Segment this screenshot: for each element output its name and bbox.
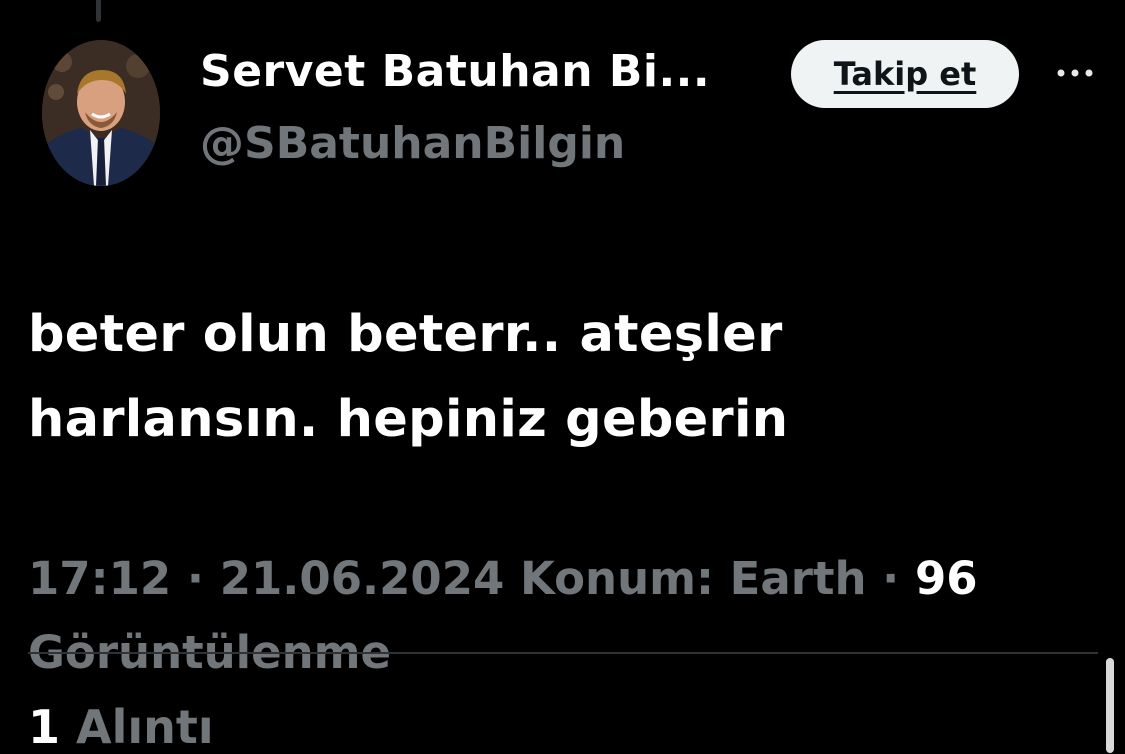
follow-button[interactable]: Takip et [791,40,1019,108]
author-handle[interactable]: @SBatuhanBilgin [200,118,625,169]
meta-separator: · [866,552,915,605]
tweet-text-line: harlansın. hepiniz geberin [28,390,789,449]
tweet-text: beter olun beterr.. ateşler harlansın. h… [28,292,1028,462]
author-display-name[interactable]: Servet Batuhan Bi... [200,46,710,97]
top-edge-mark [96,0,101,22]
avatar[interactable] [42,40,160,186]
quote-count: 1 [28,700,61,754]
quotes-stat[interactable]: 1 Alıntı [28,700,214,754]
divider [28,652,1098,654]
meta-separator: · [171,552,220,605]
tweet-metadata-row: 17:12 · 21.06.2024 Konum: Earth · 96 [28,542,1108,616]
tweet-date[interactable]: 21.06.2024 [220,552,505,605]
tweet-text-line: beter olun beterr.. ateşler [28,305,783,364]
tweet-time[interactable]: 17:12 [28,552,171,605]
more-horizontal-icon[interactable] [1050,58,1100,88]
scrollbar[interactable] [1106,658,1114,753]
views-count: 96 [914,552,978,605]
avatar-photo [42,40,160,186]
quote-label: Alıntı [76,700,214,754]
tweet-location: Konum: Earth [520,552,867,605]
tweet-metadata: 17:12 · 21.06.2024 Konum: Earth · 96 Gör… [28,542,1108,690]
